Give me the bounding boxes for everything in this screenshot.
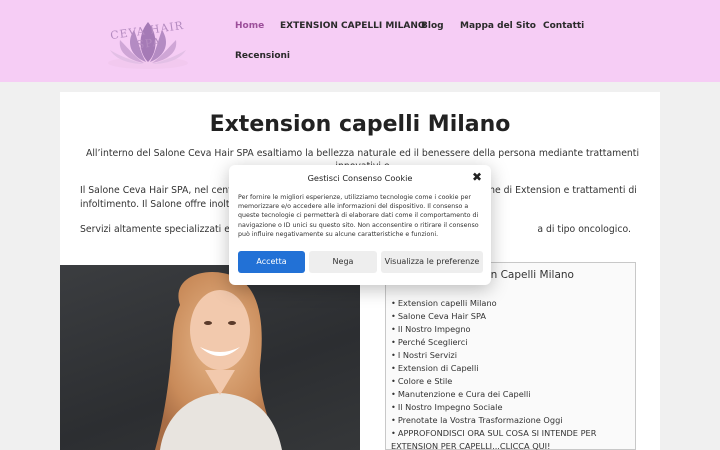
toc-item[interactable]: • Salone Ceva Hair SPA: [391, 310, 631, 323]
hero-photo: [60, 265, 360, 450]
toc-item[interactable]: • APPROFONDISCI ORA SUL COSA SI INTENDE P…: [391, 427, 631, 450]
view-preferences-button[interactable]: Visualizza le preferenze: [381, 251, 483, 273]
services-text-right: a di tipo oncologico.: [537, 224, 631, 235]
nav-blog[interactable]: Blog: [421, 21, 444, 31]
deny-button[interactable]: Nega: [309, 251, 377, 273]
cookie-consent-modal: Gestisci Consenso Cookie ✖ Per fornire l…: [229, 165, 491, 285]
woman-portrait-image: [155, 272, 282, 450]
toc-item[interactable]: • I Nostri Servizi: [391, 349, 631, 362]
nav-recensioni[interactable]: Recensioni: [235, 51, 290, 61]
nav-extension-capelli-milano[interactable]: EXTENSION CAPELLI MILANO: [280, 21, 426, 31]
toc-list: • Extension capelli Milano • Salone Ceva H…: [391, 297, 631, 450]
close-icon[interactable]: ✖: [470, 170, 484, 184]
toc-item[interactable]: • Extension capelli Milano: [391, 297, 631, 310]
salon-text-line2: infoltimento. Il Salone offre inoltre: [80, 199, 239, 210]
nav-home[interactable]: Home: [235, 21, 264, 31]
page-title: Extension capelli Milano: [209, 112, 511, 137]
toc-item[interactable]: • Extension di Capelli: [391, 362, 631, 375]
cookie-modal-text: Per fornire le migliori esperienze, util…: [238, 194, 479, 238]
site-header: CEVA HAIR SPA Home EXTENSION CAPELLI MIL…: [0, 0, 720, 82]
toc-item[interactable]: • Il Nostro Impegno: [391, 323, 631, 336]
toc-item[interactable]: • Colore e Stile: [391, 375, 631, 388]
toc-item[interactable]: • Manutenzione e Cura dei Capelli: [391, 388, 631, 401]
services-text-left: Servizi altamente specializzati e di: [80, 224, 242, 235]
cookie-modal-title: Gestisci Consenso Cookie: [307, 173, 413, 183]
toc-item[interactable]: • Perché Sceglierci: [391, 336, 631, 349]
nav-contatti[interactable]: Contatti: [543, 21, 584, 31]
accept-button[interactable]: Accetta: [238, 251, 305, 273]
toc-item[interactable]: • Il Nostro Impegno Sociale: [391, 401, 631, 414]
toc-item[interactable]: • Prenotate la Vostra Trasformazione Oggi: [391, 414, 631, 427]
salon-text-right: ne di Extension e trattamenti di: [489, 185, 637, 196]
table-of-contents: Indice per Extension Capelli Milano •Ext…: [385, 262, 636, 450]
site-logo[interactable]: CEVA HAIR SPA: [100, 10, 196, 72]
nav-mappa-del-sito[interactable]: Mappa del Sito: [460, 21, 536, 31]
salon-text-left: Il Salone Ceva Hair SPA, nel centro: [80, 185, 242, 196]
